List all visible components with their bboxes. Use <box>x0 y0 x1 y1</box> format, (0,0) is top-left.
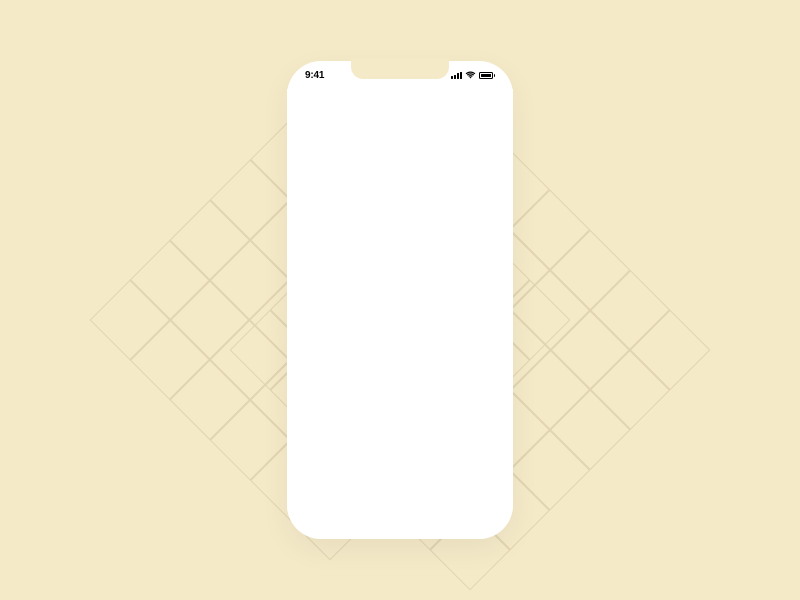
phone-screen-content <box>287 89 513 539</box>
phone-frame: 9:41 <box>287 61 513 539</box>
cellular-signal-icon <box>451 71 462 79</box>
phone-notch <box>351 59 449 79</box>
wifi-icon <box>465 71 476 79</box>
status-bar-icons <box>451 71 495 79</box>
battery-icon <box>479 72 495 79</box>
status-bar-time: 9:41 <box>305 70 324 81</box>
